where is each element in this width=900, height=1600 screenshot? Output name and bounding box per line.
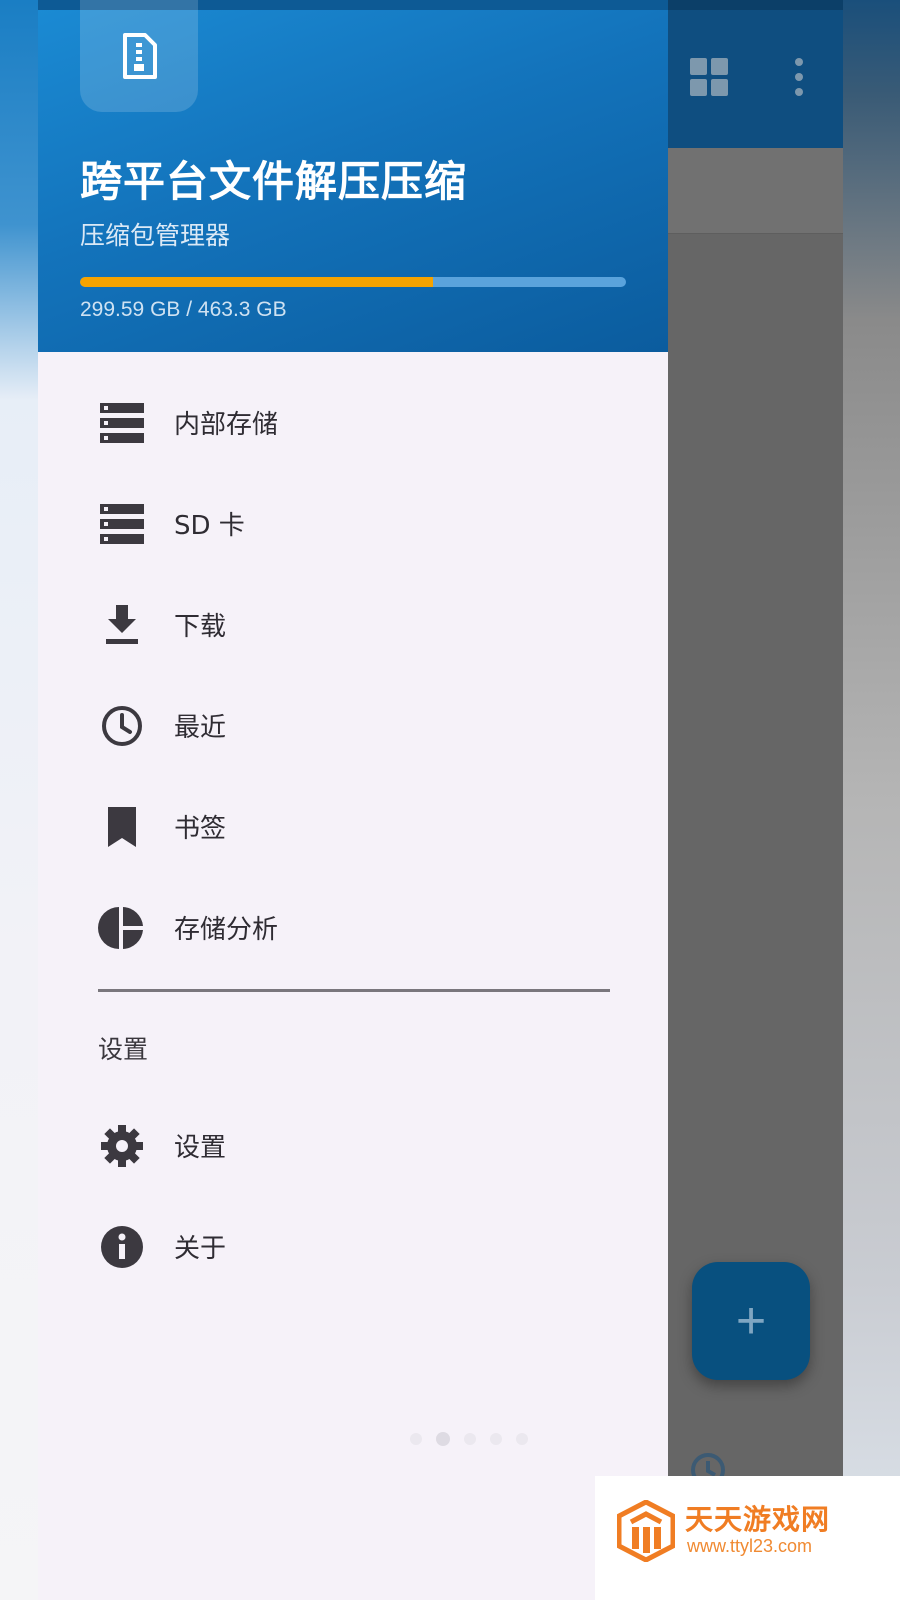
menu-item-recent[interactable]: 最近 — [38, 675, 668, 776]
status-bar — [668, 0, 843, 10]
background-path-bar — [668, 148, 843, 234]
menu-item-sd-card[interactable]: SD 卡 — [38, 473, 668, 574]
menu-item-about[interactable]: 关于 — [38, 1196, 668, 1297]
download-icon — [106, 605, 138, 644]
menu-item-label: 书签 — [174, 814, 227, 844]
app-subtitle: 压缩包管理器 — [80, 221, 231, 250]
app-title: 跨平台文件解压压缩 — [80, 157, 468, 206]
bookmark-icon — [108, 807, 136, 847]
info-icon — [101, 1226, 143, 1268]
app-logo — [80, 0, 198, 112]
watermark-url: www.ttyl23.com — [687, 1536, 813, 1556]
menu-item-bookmarks[interactable]: 书签 — [38, 776, 668, 877]
drawer-settings-menu: 设置 关于 — [38, 1095, 668, 1297]
plus-icon: + — [735, 1292, 767, 1350]
menu-item-label: 关于 — [174, 1234, 227, 1264]
watermark: 天天游戏网 www.ttyl23.com — [595, 1476, 900, 1600]
grid-view-icon[interactable] — [690, 58, 728, 96]
storage-progress-fill — [80, 277, 434, 287]
watermark-title: 天天游戏网 — [685, 1503, 831, 1536]
page-dot — [464, 1433, 476, 1445]
background-blur-edge — [0, 0, 40, 1600]
section-header-settings: 设置 — [98, 1035, 149, 1064]
page-dot — [410, 1433, 422, 1445]
watermark-logo-icon — [617, 1500, 675, 1562]
sd-card-icon — [100, 504, 144, 544]
clock-icon — [102, 706, 142, 746]
menu-item-downloads[interactable]: 下载 — [38, 574, 668, 675]
storage-usage-text: 299.59 GB / 463.3 GB — [80, 298, 287, 321]
page-dot — [516, 1433, 528, 1445]
background-app: + — [668, 0, 900, 1600]
drawer-header: 跨平台文件解压压缩 压缩包管理器 299.59 GB / 463.3 GB — [38, 0, 668, 352]
page-indicator — [410, 1432, 528, 1446]
storage-progress-bar — [80, 277, 626, 287]
menu-divider — [98, 989, 610, 992]
menu-item-label: SD 卡 — [174, 511, 245, 541]
drawer-menu: 内部存储 SD 卡 下载 最近 书签 存储分析 — [38, 372, 668, 978]
menu-item-settings[interactable]: 设置 — [38, 1095, 668, 1196]
menu-item-label: 最近 — [174, 713, 227, 743]
menu-item-label: 下载 — [174, 612, 227, 642]
menu-item-label: 存储分析 — [174, 915, 279, 945]
background-app-bar — [668, 0, 843, 148]
more-options-icon[interactable] — [794, 58, 804, 96]
background-blur-edge-right — [843, 0, 900, 1600]
menu-item-internal-storage[interactable]: 内部存储 — [38, 372, 668, 473]
add-fab-button[interactable]: + — [692, 1262, 810, 1380]
menu-item-label: 设置 — [174, 1133, 227, 1163]
pie-chart-icon — [98, 907, 143, 949]
page-dot-active — [436, 1432, 450, 1446]
navigation-drawer: 跨平台文件解压压缩 压缩包管理器 299.59 GB / 463.3 GB 内部… — [38, 0, 668, 1600]
menu-item-label: 内部存储 — [174, 410, 279, 440]
menu-item-storage-analysis[interactable]: 存储分析 — [38, 877, 668, 978]
storage-icon — [100, 403, 144, 443]
gear-icon — [101, 1125, 143, 1167]
page-dot — [490, 1433, 502, 1445]
archive-file-icon — [123, 33, 157, 79]
